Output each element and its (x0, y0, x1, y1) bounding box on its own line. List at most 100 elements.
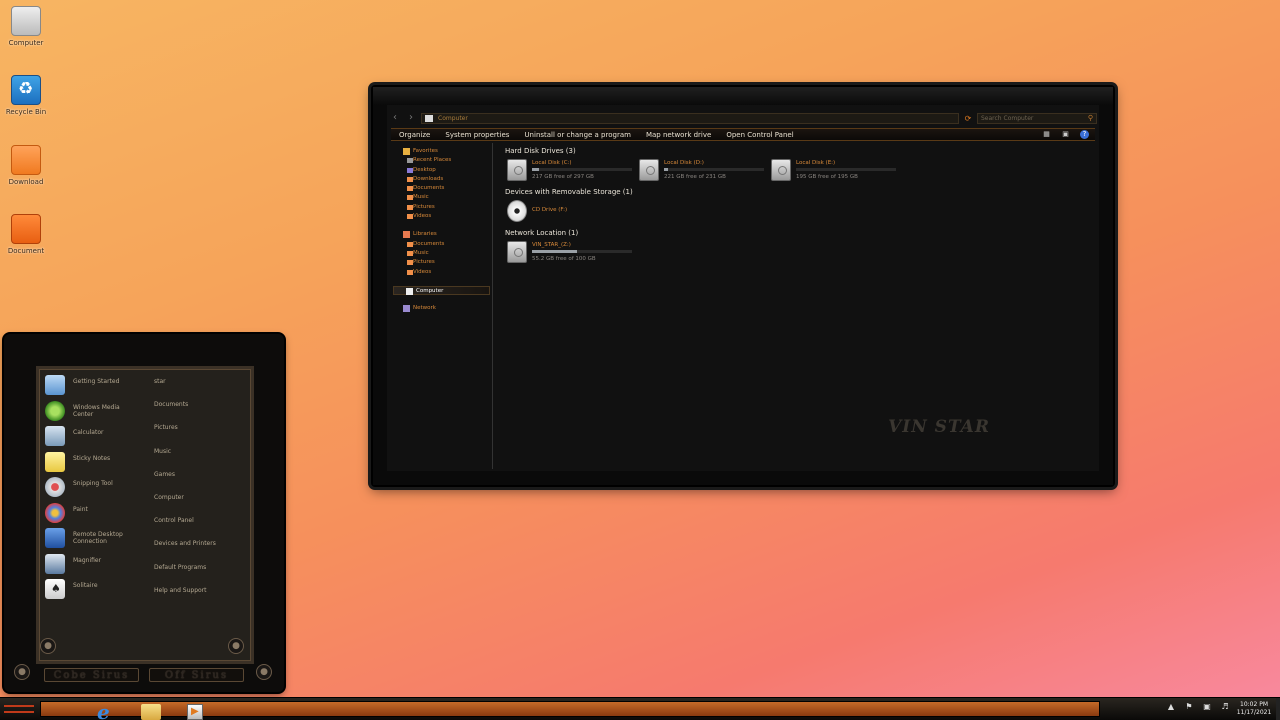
internet-explorer-icon: e (97, 700, 110, 720)
nav-downloads[interactable]: Downloads (391, 175, 492, 184)
program-remote-desktop[interactable]: Remote Desktop Connection (43, 526, 143, 552)
refresh-icon[interactable]: ⟳ (963, 114, 973, 123)
program-magnifier[interactable]: Magnifier (43, 552, 143, 578)
program-getting-started[interactable]: Getting Started (43, 373, 143, 399)
nav-music[interactable]: Music (391, 193, 492, 202)
address-field[interactable]: Computer (421, 112, 959, 124)
preview-pane-icon[interactable]: ▣ (1061, 130, 1070, 139)
nav-recent-places[interactable]: Recent Places (391, 156, 492, 165)
nav-computer[interactable]: Computer (393, 285, 490, 296)
program-paint[interactable]: Paint (43, 501, 143, 527)
drive-e[interactable]: Local Disk (E:) 195 GB free of 195 GB (771, 159, 896, 183)
nav-label: Computer (416, 287, 444, 294)
desktop-icon-recycle-bin[interactable]: Recycle Bin (4, 75, 48, 116)
program-label: Getting Started (73, 378, 120, 385)
place-music[interactable]: Music (154, 447, 254, 470)
hard-drive-icon (639, 159, 659, 181)
power-knob-icon[interactable]: ● (14, 664, 30, 680)
program-sticky-notes[interactable]: Sticky Notes (43, 450, 143, 476)
group-network-location[interactable]: Network Location (1) (505, 229, 578, 237)
back-button[interactable]: ‹ (389, 112, 401, 124)
paint-icon (45, 502, 65, 523)
help-icon[interactable]: ? (1080, 130, 1089, 139)
group-hard-disk-drives[interactable]: Hard Disk Drives (3) (505, 147, 576, 155)
cd-drive-icon (507, 200, 527, 222)
network-icon[interactable]: ▣ (1202, 702, 1212, 712)
place-pictures[interactable]: Pictures (154, 423, 254, 446)
nav-videos[interactable]: Videos (391, 212, 492, 221)
uninstall-program-button[interactable]: Uninstall or change a program (524, 131, 631, 139)
place-control-panel[interactable]: Control Panel (154, 516, 254, 539)
place-user-star[interactable]: star (154, 377, 254, 400)
action-center-flag-icon[interactable]: ⚑ (1184, 702, 1194, 712)
taskbar-internet-explorer[interactable]: e (97, 702, 121, 720)
vin-star-watermark: VIN STAR (888, 417, 990, 437)
show-desktop-button[interactable] (1276, 698, 1280, 720)
desktop-icon-label: Download (8, 178, 44, 186)
system-properties-button[interactable]: System properties (445, 131, 509, 139)
off-sirus-button[interactable]: Off Sirus (149, 668, 244, 682)
power-knob-icon[interactable]: ● (40, 638, 56, 654)
desktop-icon-computer[interactable]: Computer (4, 6, 48, 47)
program-label: Windows Media Center (73, 403, 120, 418)
nav-label: Downloads (413, 175, 444, 182)
drive-usage-bar (532, 168, 632, 171)
power-knob-icon[interactable]: ● (228, 638, 244, 654)
drive-f-cd[interactable]: CD Drive (F:) (507, 200, 632, 224)
nav-libraries[interactable]: Libraries (391, 230, 492, 239)
nav-lib-videos[interactable]: Videos (391, 268, 492, 277)
forward-button[interactable]: › (405, 112, 417, 124)
search-input[interactable]: Search Computer ⚲ (977, 112, 1097, 124)
program-solitaire[interactable]: Solitaire (43, 577, 143, 603)
folder-icon (407, 250, 413, 256)
program-calculator[interactable]: Calculator (43, 424, 143, 450)
volume-icon[interactable]: ♬ (1220, 702, 1230, 712)
nav-lib-documents[interactable]: Documents (391, 240, 492, 249)
clock[interactable]: 10:02 PM 11/17/2021 (1234, 699, 1274, 717)
drive-name: Local Disk (E:) (796, 160, 836, 166)
taskbar: e ▲ ⚑ ▣ ♬ 10:02 PM 11/17/2021 (0, 697, 1280, 720)
nav-favorites[interactable]: Favorites (391, 147, 492, 156)
window-frame-bottom (373, 471, 1113, 485)
program-windows-media-center[interactable]: Windows Media Center (43, 399, 143, 425)
desktop-icon-download[interactable]: Download (4, 145, 48, 186)
nav-documents[interactable]: Documents (391, 184, 492, 193)
place-default-programs[interactable]: Default Programs (154, 563, 254, 586)
nav-label: Pictures (413, 259, 435, 266)
nav-lib-music[interactable]: Music (391, 249, 492, 258)
nav-lib-pictures[interactable]: Pictures (391, 258, 492, 267)
nav-desktop[interactable]: Desktop (391, 166, 492, 175)
group-removable-storage[interactable]: Devices with Removable Storage (1) (505, 188, 633, 196)
nav-pictures[interactable]: Pictures (391, 203, 492, 212)
drive-name: CD Drive (F:) (532, 207, 568, 213)
start-button[interactable] (4, 705, 34, 713)
folder-icon (407, 269, 413, 275)
program-snipping-tool[interactable]: Snipping Tool (43, 475, 143, 501)
taskbar-windows-explorer[interactable] (141, 704, 161, 720)
place-documents[interactable]: Documents (154, 400, 254, 423)
cobe-sirus-button[interactable]: Cobe Sirus (44, 668, 139, 682)
document-folder-icon (11, 214, 41, 244)
place-help-support[interactable]: Help and Support (154, 586, 254, 609)
organize-button[interactable]: Organize (399, 131, 430, 139)
power-knob-icon[interactable]: ● (256, 664, 272, 680)
drive-d[interactable]: Local Disk (D:) 221 GB free of 231 GB (639, 159, 764, 183)
nav-network[interactable]: Network (391, 304, 492, 313)
drive-c[interactable]: Local Disk (C:) 217 GB free of 297 GB (507, 159, 632, 183)
map-network-drive-button[interactable]: Map network drive (646, 131, 711, 139)
desktop-icon-document[interactable]: Document (4, 214, 48, 255)
place-devices-printers[interactable]: Devices and Printers (154, 539, 254, 562)
search-placeholder: Search Computer (981, 114, 1034, 122)
tray-chevron-icon[interactable]: ▲ (1166, 702, 1176, 712)
place-computer[interactable]: Computer (154, 493, 254, 516)
taskbar-media-player[interactable] (187, 704, 203, 720)
nav-label: Videos (413, 213, 432, 220)
nav-label: Favorites (413, 148, 438, 154)
nav-label: Videos (413, 268, 432, 275)
drive-name: VIN_STAR_(Z:) (532, 242, 571, 248)
window-frame-top[interactable] (373, 87, 1113, 105)
view-options-icon[interactable]: ▦ (1042, 130, 1051, 139)
open-control-panel-button[interactable]: Open Control Panel (726, 131, 793, 139)
drive-z-network[interactable]: VIN_STAR_(Z:) 55.2 GB free of 100 GB (507, 241, 632, 265)
place-games[interactable]: Games (154, 470, 254, 493)
